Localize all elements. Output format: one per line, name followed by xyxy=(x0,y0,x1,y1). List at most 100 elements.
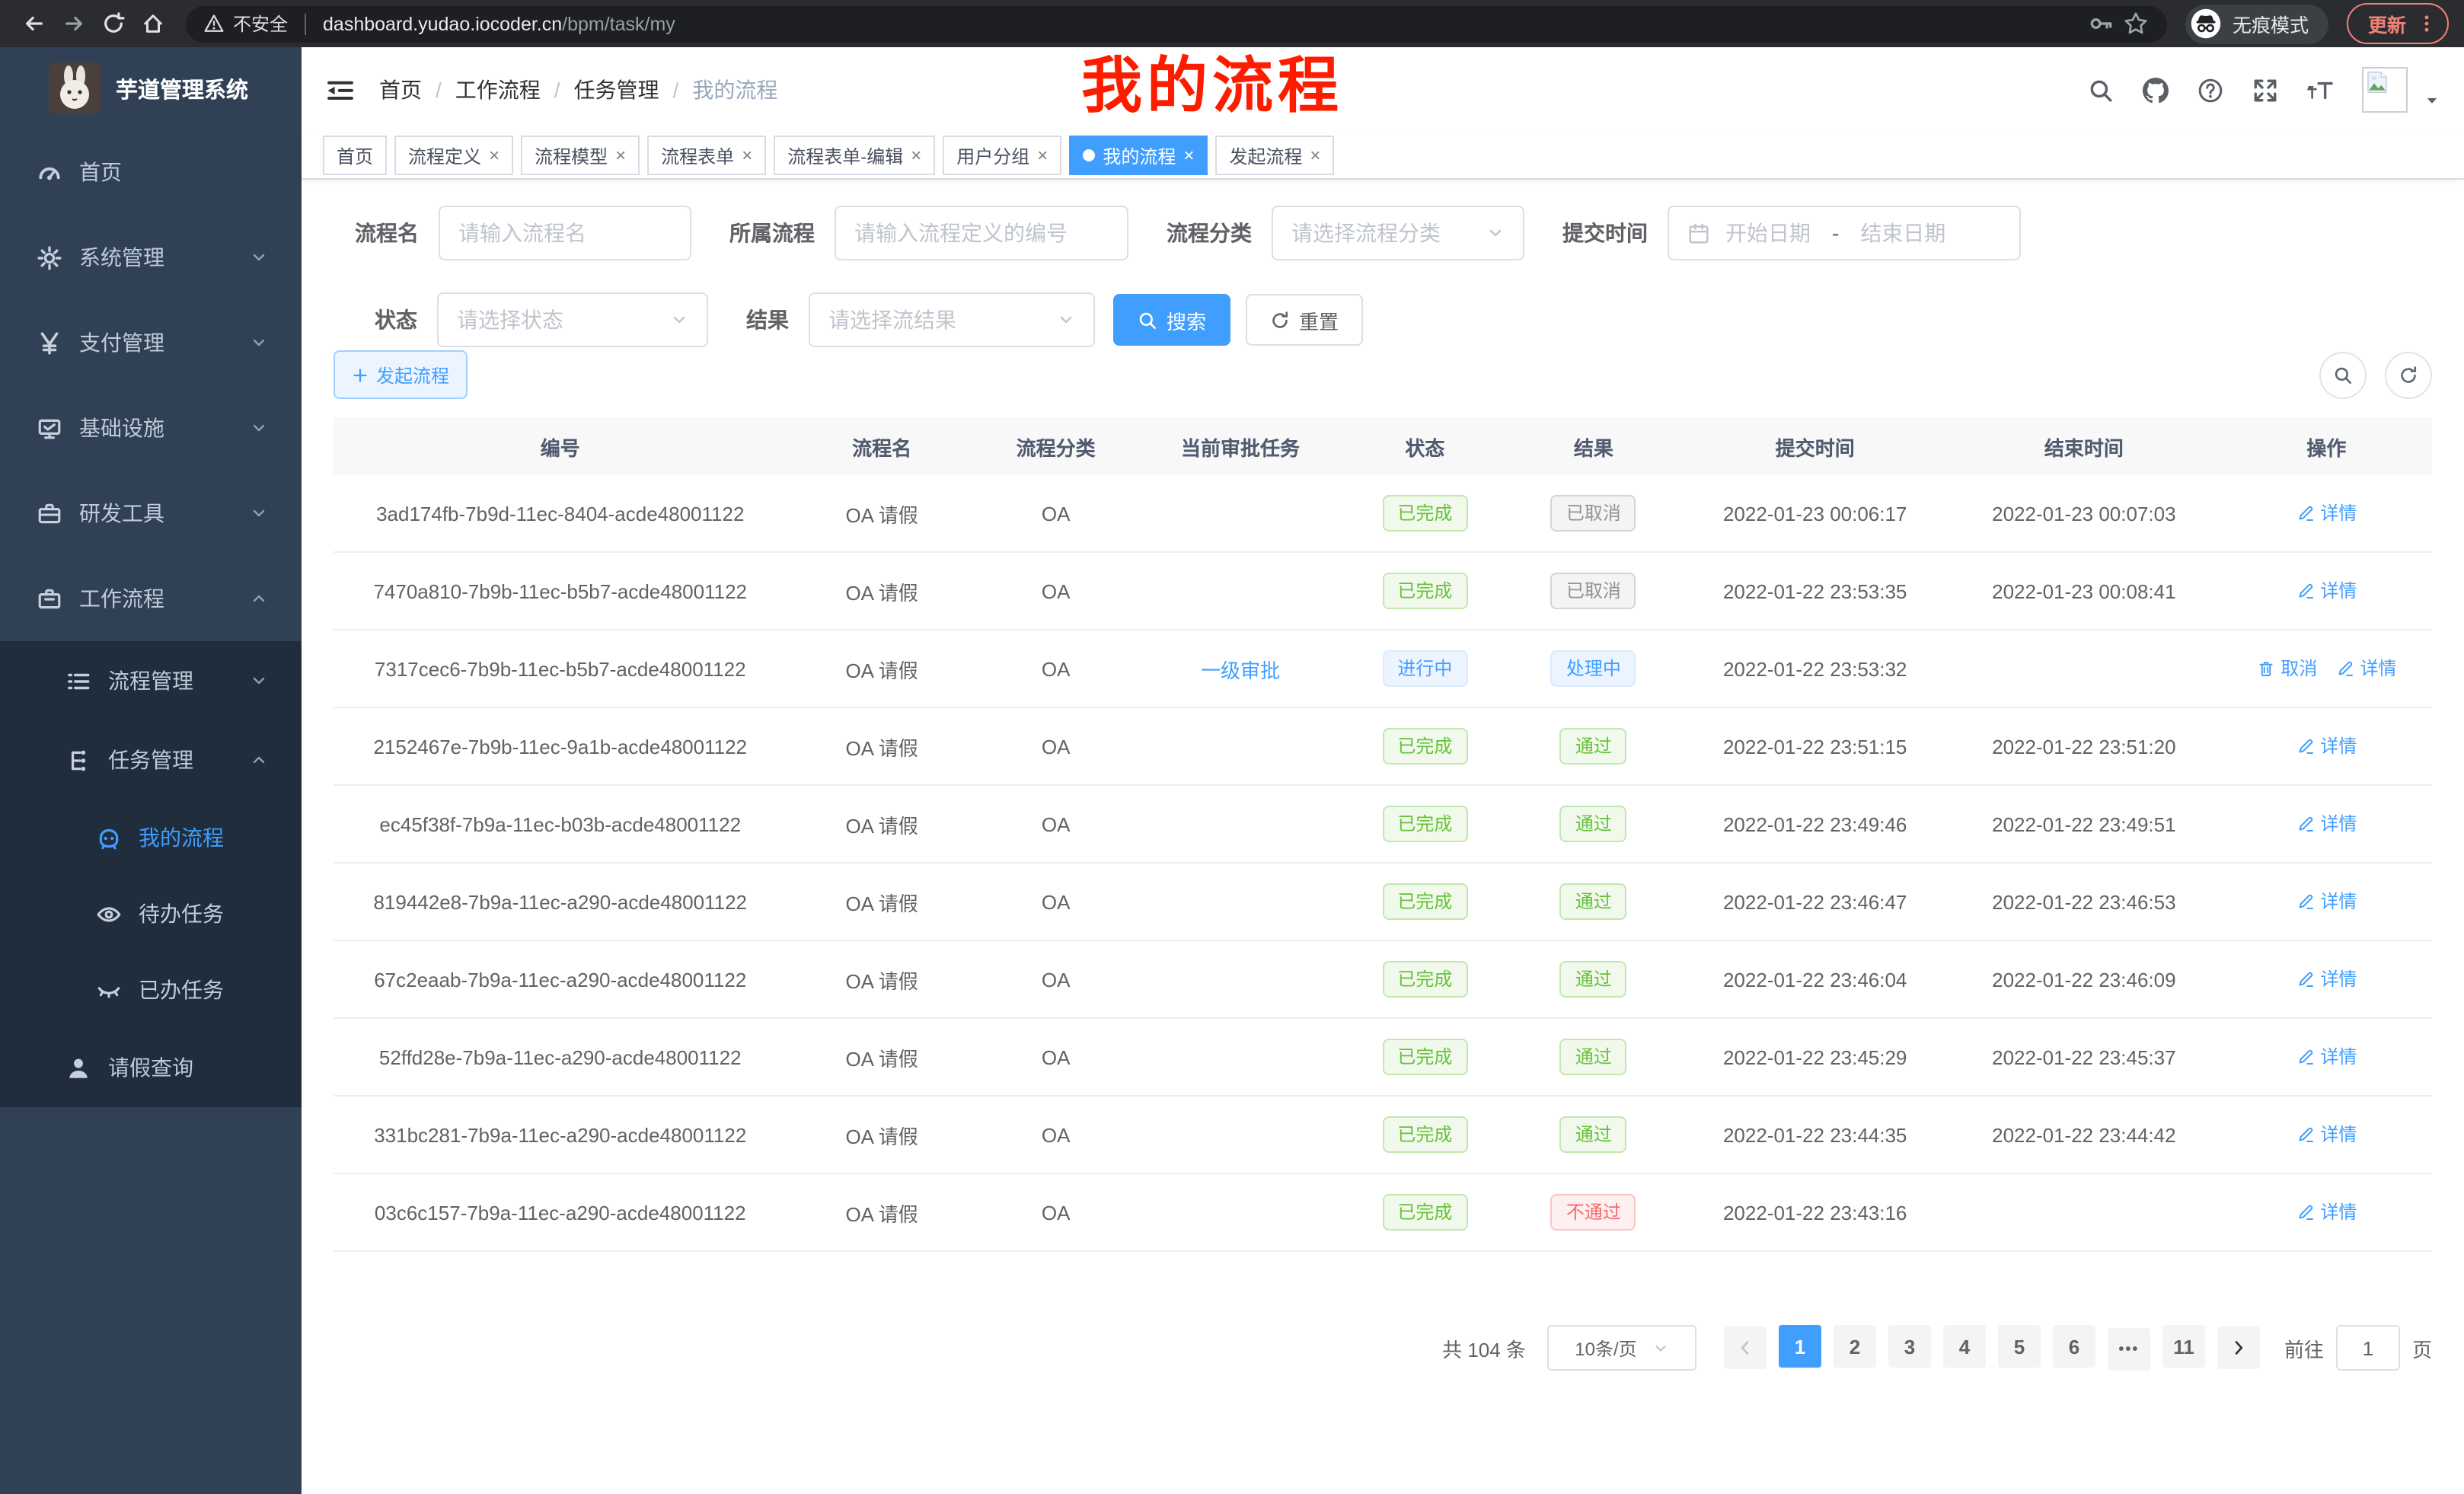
sidebar-item-7[interactable]: 任务管理 xyxy=(0,720,302,800)
question-icon[interactable] xyxy=(2197,77,2223,103)
close-icon[interactable]: × xyxy=(742,146,752,164)
breadcrumb-item[interactable]: 工作流程 xyxy=(455,75,541,105)
page-button-3[interactable]: 3 xyxy=(1888,1325,1931,1368)
tab-用户分组[interactable]: 用户分组× xyxy=(943,136,1061,175)
star-icon[interactable] xyxy=(2123,11,2149,37)
page-button-4[interactable]: 4 xyxy=(1943,1325,1986,1368)
tab-流程模型[interactable]: 流程模型× xyxy=(521,136,640,175)
search-icon[interactable] xyxy=(2088,77,2114,103)
tab-流程定义[interactable]: 流程定义× xyxy=(394,136,513,175)
page-button-2[interactable]: 2 xyxy=(1834,1325,1876,1368)
page-button-1[interactable]: 1 xyxy=(1779,1325,1821,1368)
reload-icon[interactable] xyxy=(94,5,131,42)
goto-page-input[interactable]: 1 xyxy=(2336,1325,2400,1371)
close-icon[interactable]: × xyxy=(1310,146,1320,164)
sidebar-item-11[interactable]: 请假查询 xyxy=(0,1028,302,1107)
page-button-11[interactable]: 11 xyxy=(2162,1325,2205,1368)
result-select[interactable]: 请选择流结果 xyxy=(809,292,1095,347)
fullscreen-icon[interactable] xyxy=(2252,77,2278,103)
breadcrumb-item[interactable]: 首页 xyxy=(379,75,422,105)
forward-icon[interactable] xyxy=(55,5,91,42)
sidebar-item-5[interactable]: 工作流程 xyxy=(0,556,302,641)
end-date-placeholder[interactable]: 结束日期 xyxy=(1860,218,1945,248)
close-icon[interactable]: × xyxy=(615,146,626,164)
create-process-button[interactable]: 发起流程 xyxy=(334,350,468,399)
cell-current-task xyxy=(1135,707,1346,785)
cancel-link[interactable]: 取消 xyxy=(2256,656,2317,682)
sidebar-item-4[interactable]: 研发工具 xyxy=(0,471,302,556)
github-icon[interactable] xyxy=(2143,77,2169,103)
sidebar-item-9[interactable]: 待办任务 xyxy=(0,876,302,952)
close-icon[interactable]: × xyxy=(489,146,500,164)
next-page-button[interactable] xyxy=(2217,1326,2260,1369)
detail-link[interactable]: 详情 xyxy=(2296,1044,2357,1070)
tab-流程表单[interactable]: 流程表单× xyxy=(647,136,766,175)
cell-end-time: 2022-01-23 00:08:41 xyxy=(1947,552,2221,630)
reset-button[interactable]: 重置 xyxy=(1246,294,1363,346)
current-task-link[interactable]: 一级审批 xyxy=(1201,659,1280,682)
home-icon[interactable] xyxy=(134,5,171,42)
navbar: 首页/工作流程/任务管理/我的流程 xyxy=(302,47,2464,132)
page-button-6[interactable]: 6 xyxy=(2053,1325,2095,1368)
sidebar-item-1[interactable]: 系统管理 xyxy=(0,215,302,300)
close-icon[interactable]: × xyxy=(911,146,921,164)
detail-link[interactable]: 详情 xyxy=(2296,811,2357,837)
close-icon[interactable]: × xyxy=(1183,146,1194,164)
detail-link[interactable]: 详情 xyxy=(2296,578,2357,604)
logo[interactable]: 芋道管理系统 xyxy=(0,47,302,129)
address-bar[interactable]: 不安全 dashboard.yudao.iocoder.cn/bpm/task/… xyxy=(186,5,2167,42)
search-toggle-button[interactable] xyxy=(2319,351,2367,398)
breadcrumb-item[interactable]: 任务管理 xyxy=(574,75,659,105)
url-text[interactable]: dashboard.yudao.iocoder.cn/bpm/task/my xyxy=(323,13,675,34)
prev-page-button[interactable] xyxy=(1724,1326,1767,1369)
detail-link[interactable]: 详情 xyxy=(2335,656,2396,682)
kebab-menu-icon[interactable] xyxy=(2417,14,2437,34)
tab-流程表单-编辑[interactable]: 流程表单-编辑× xyxy=(774,136,935,175)
status-select[interactable]: 请选择状态 xyxy=(437,292,708,347)
key-icon[interactable] xyxy=(2088,11,2114,37)
tab-首页[interactable]: 首页 xyxy=(323,136,387,175)
page-size-select[interactable]: 10条/页 xyxy=(1547,1325,1696,1371)
close-icon[interactable]: × xyxy=(1037,146,1048,164)
back-icon[interactable] xyxy=(15,5,52,42)
sidebar-item-0[interactable]: 首页 xyxy=(0,129,302,215)
start-date-placeholder[interactable]: 开始日期 xyxy=(1725,218,1811,248)
process-definition-input[interactable]: 请输入流程定义的编号 xyxy=(835,206,1128,260)
detail-link[interactable]: 详情 xyxy=(2296,966,2357,992)
tags-view: 首页流程定义×流程模型×流程表单×流程表单-编辑×用户分组×我的流程×发起流程× xyxy=(302,132,2464,180)
monitor-icon xyxy=(37,415,62,441)
sidebar-item-2[interactable]: 支付管理 xyxy=(0,300,302,385)
pen-icon xyxy=(2296,504,2314,522)
detail-link[interactable]: 详情 xyxy=(2296,889,2357,915)
tab-我的流程[interactable]: 我的流程× xyxy=(1069,136,1208,175)
chevron-right-icon xyxy=(2229,1339,2248,1357)
security-label[interactable]: 不安全 xyxy=(233,11,288,37)
avatar[interactable] xyxy=(2362,67,2408,113)
sidebar-item-10[interactable]: 已办任务 xyxy=(0,952,302,1028)
sidebar-item-label: 系统管理 xyxy=(79,242,164,273)
pager-ellipsis: ••• xyxy=(2108,1328,2150,1371)
fontsize-icon[interactable] xyxy=(2307,77,2333,103)
page-button-5[interactable]: 5 xyxy=(1998,1325,2041,1368)
breadcrumb-separator: / xyxy=(673,78,679,102)
sidebar-item-8[interactable]: 我的流程 xyxy=(0,800,302,876)
sidebar-item-3[interactable]: 基础设施 xyxy=(0,385,302,471)
result-badge: 通过 xyxy=(1560,728,1627,765)
detail-link[interactable]: 详情 xyxy=(2296,1199,2357,1225)
refresh-table-button[interactable] xyxy=(2385,351,2432,398)
process-name-input[interactable]: 请输入流程名 xyxy=(439,206,691,260)
sidebar-item-6[interactable]: 流程管理 xyxy=(0,641,302,720)
process-category-select[interactable]: 请选择流程分类 xyxy=(1272,206,1524,260)
detail-link[interactable]: 详情 xyxy=(2296,733,2357,759)
sidebar-collapse-icon[interactable] xyxy=(326,77,355,103)
column-header-1: 流程名 xyxy=(787,417,977,475)
pagination: 共 104 条 10条/页 123456•••11 前往 1 页 xyxy=(334,1325,2432,1371)
detail-link[interactable]: 详情 xyxy=(2296,500,2357,526)
yen-icon xyxy=(37,330,62,356)
submit-time-range-picker[interactable]: 开始日期 - 结束日期 xyxy=(1668,206,2021,260)
result-badge: 已取消 xyxy=(1551,573,1636,609)
update-button[interactable]: 更新 xyxy=(2347,3,2449,44)
detail-link[interactable]: 详情 xyxy=(2296,1122,2357,1148)
tab-发起流程[interactable]: 发起流程× xyxy=(1215,136,1334,175)
search-button[interactable]: 搜索 xyxy=(1113,294,1230,346)
